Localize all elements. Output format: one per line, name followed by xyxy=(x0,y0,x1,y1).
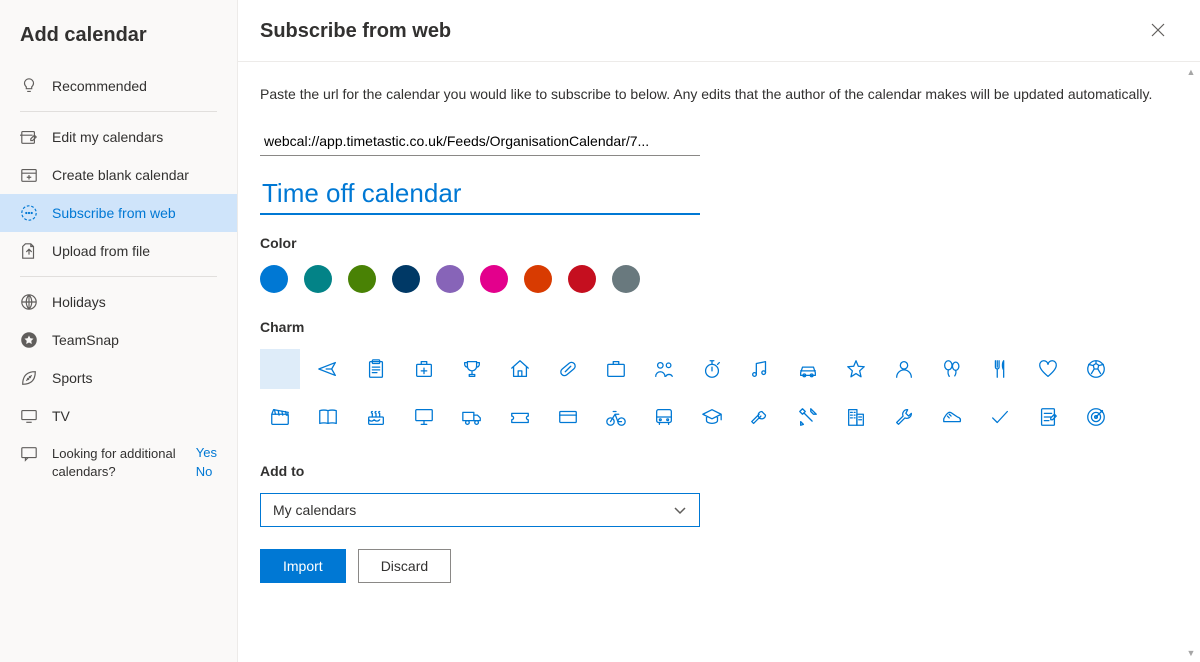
charm-check[interactable] xyxy=(980,397,1020,437)
color-swatch-4[interactable] xyxy=(436,265,464,293)
lightbulb-icon xyxy=(20,77,38,95)
charm-notes[interactable] xyxy=(1028,397,1068,437)
charm-ticket[interactable] xyxy=(500,397,540,437)
charm-soccer[interactable] xyxy=(1076,349,1116,389)
charm-balloons[interactable] xyxy=(932,349,972,389)
sidebar-item-web-sub[interactable]: Subscribe from web xyxy=(0,194,237,232)
sidebar-item-label: Subscribe from web xyxy=(52,205,217,221)
charm-monitor[interactable] xyxy=(404,397,444,437)
color-swatch-2[interactable] xyxy=(348,265,376,293)
calendar-name-input[interactable] xyxy=(260,174,700,215)
sidebar-item-upload[interactable]: Upload from file xyxy=(0,232,237,270)
charm-star[interactable] xyxy=(836,349,876,389)
charm-pill[interactable] xyxy=(548,349,588,389)
color-swatches xyxy=(260,265,1160,293)
addto-label: Add to xyxy=(260,463,1160,479)
color-swatch-3[interactable] xyxy=(392,265,420,293)
sidebar-item-lightbulb[interactable]: Recommended xyxy=(0,67,237,105)
teamsnap-icon xyxy=(20,331,38,349)
sidebar-item-football[interactable]: Sports xyxy=(0,359,237,397)
charm-clipboard[interactable] xyxy=(356,349,396,389)
close-button[interactable] xyxy=(1146,18,1170,45)
sidebar-item-label: Recommended xyxy=(52,78,217,94)
charm-tools[interactable] xyxy=(788,397,828,437)
color-swatch-5[interactable] xyxy=(480,265,508,293)
close-icon xyxy=(1150,22,1166,38)
edit-cal-icon xyxy=(20,128,38,146)
instructions: Paste the url for the calendar you would… xyxy=(260,84,1160,105)
header: Subscribe from web xyxy=(238,0,1200,62)
color-label: Color xyxy=(260,235,1160,251)
sidebar-item-edit-cal[interactable]: Edit my calendars xyxy=(0,118,237,156)
charm-grad[interactable] xyxy=(692,397,732,437)
charm-plane[interactable] xyxy=(308,349,348,389)
charm-people[interactable] xyxy=(644,349,684,389)
charm-person[interactable] xyxy=(884,349,924,389)
charm-medkit[interactable] xyxy=(404,349,444,389)
charm-label: Charm xyxy=(260,319,1160,335)
import-button[interactable]: Import xyxy=(260,549,346,583)
charm-none[interactable] xyxy=(260,349,300,389)
charm-stopwatch[interactable] xyxy=(692,349,732,389)
chevron-down-icon xyxy=(673,503,687,517)
add-cal-icon xyxy=(20,166,38,184)
sidebar: Add calendar Recommended Edit my calendar… xyxy=(0,0,238,662)
feedback-no[interactable]: No xyxy=(196,464,217,479)
sidebar-item-label: TV xyxy=(52,408,217,424)
charm-wrench[interactable] xyxy=(884,397,924,437)
charm-building[interactable] xyxy=(836,397,876,437)
color-swatch-0[interactable] xyxy=(260,265,288,293)
page-title: Subscribe from web xyxy=(260,20,451,43)
sidebar-item-label: Holidays xyxy=(52,294,217,310)
color-swatch-6[interactable] xyxy=(524,265,552,293)
charm-fork[interactable] xyxy=(980,349,1020,389)
sidebar-title: Add calendar xyxy=(0,16,237,67)
sidebar-item-label: Create blank calendar xyxy=(52,167,217,183)
upload-icon xyxy=(20,242,38,260)
charm-trophy[interactable] xyxy=(452,349,492,389)
sidebar-item-label: TeamSnap xyxy=(52,332,217,348)
football-icon xyxy=(20,369,38,387)
sidebar-item-add-cal[interactable]: Create blank calendar xyxy=(0,156,237,194)
discard-button[interactable]: Discard xyxy=(358,549,451,583)
addto-select[interactable]: My calendars xyxy=(260,493,700,527)
charm-target[interactable] xyxy=(1076,397,1116,437)
charm-shoe[interactable] xyxy=(932,397,972,437)
sidebar-item-globe[interactable]: Holidays xyxy=(0,283,237,321)
sidebar-item-label: Upload from file xyxy=(52,243,217,259)
charm-book[interactable] xyxy=(308,397,348,437)
comment-icon xyxy=(20,445,38,463)
charm-bike[interactable] xyxy=(596,397,636,437)
color-swatch-8[interactable] xyxy=(612,265,640,293)
button-row: Import Discard xyxy=(260,549,1160,583)
charm-credit[interactable] xyxy=(548,397,588,437)
charm-car[interactable] xyxy=(788,349,828,389)
color-swatch-1[interactable] xyxy=(304,265,332,293)
feedback-yes[interactable]: Yes xyxy=(196,445,217,460)
color-swatch-7[interactable] xyxy=(568,265,596,293)
charm-briefcase[interactable] xyxy=(596,349,636,389)
content: Paste the url for the calendar you would… xyxy=(238,62,1200,603)
url-input[interactable] xyxy=(260,127,700,156)
charm-bus[interactable] xyxy=(644,397,684,437)
sidebar-item-tv[interactable]: TV xyxy=(0,397,237,435)
sidebar-item-label: Sports xyxy=(52,370,217,386)
globe-icon xyxy=(20,293,38,311)
charm-grid xyxy=(260,349,1160,437)
charm-heart[interactable] xyxy=(1028,349,1068,389)
main-panel: Subscribe from web ▲▼ Paste the url for … xyxy=(238,0,1200,662)
charm-music[interactable] xyxy=(740,349,780,389)
charm-truck[interactable] xyxy=(452,397,492,437)
sidebar-feedback: Looking for additional calendars? Yes No xyxy=(0,435,237,491)
addto-value: My calendars xyxy=(273,502,356,518)
charm-house[interactable] xyxy=(500,349,540,389)
web-sub-icon xyxy=(20,204,38,222)
feedback-question: Looking for additional calendars? xyxy=(52,445,182,481)
charm-cake[interactable] xyxy=(356,397,396,437)
charm-clapper[interactable] xyxy=(260,397,300,437)
sidebar-item-teamsnap[interactable]: TeamSnap xyxy=(0,321,237,359)
tv-icon xyxy=(20,407,38,425)
sidebar-item-label: Edit my calendars xyxy=(52,129,217,145)
charm-repair[interactable] xyxy=(740,397,780,437)
